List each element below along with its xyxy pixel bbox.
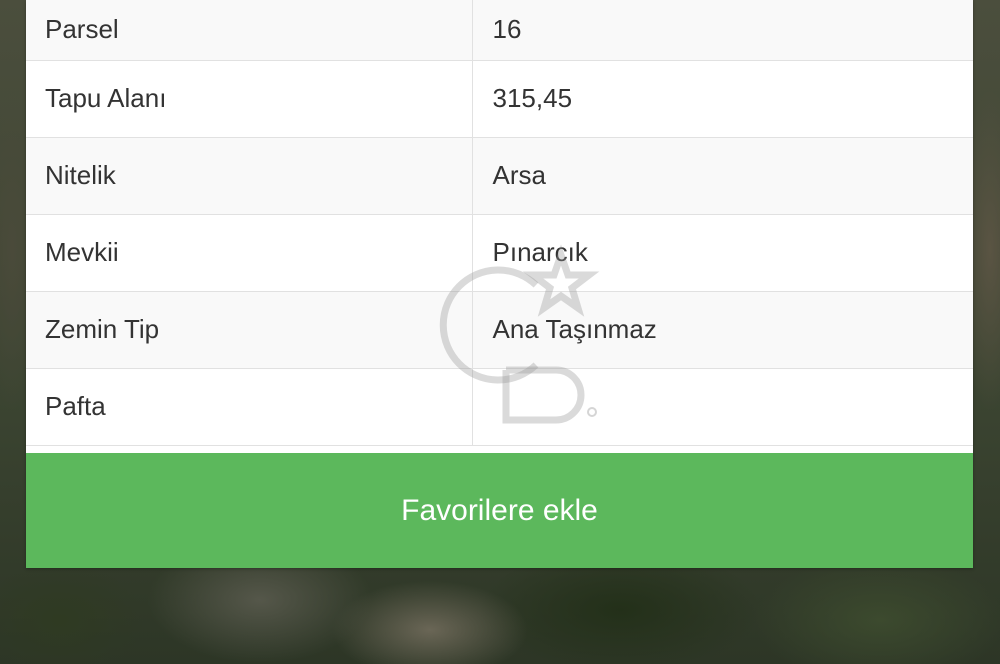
row-label: Nitelik	[26, 137, 473, 215]
row-value	[472, 368, 973, 446]
row-value: 315,45	[472, 60, 973, 138]
row-label: Zemin Tip	[26, 291, 473, 369]
table-row: Zemin Tip Ana Taşınmaz	[26, 291, 973, 369]
row-label: Mevkii	[26, 214, 473, 292]
page: Parsel 16 Tapu Alanı 315,45 Nitelik Arsa…	[0, 0, 1000, 664]
row-label: Parsel	[26, 0, 473, 61]
row-value: Pınarcık	[472, 214, 973, 292]
table-row: Tapu Alanı 315,45	[26, 60, 973, 138]
table-row: Pafta	[26, 368, 973, 446]
row-value: Ana Taşınmaz	[472, 291, 973, 369]
table-row: Nitelik Arsa	[26, 137, 973, 215]
add-to-favorites-button[interactable]: Favorilere ekle	[26, 453, 973, 568]
table-row: Parsel 16	[26, 0, 973, 61]
row-value: 16	[472, 0, 973, 61]
property-details-table: Parsel 16 Tapu Alanı 315,45 Nitelik Arsa…	[26, 0, 973, 446]
row-label: Tapu Alanı	[26, 60, 473, 138]
row-label: Pafta	[26, 368, 473, 446]
property-details-card: Parsel 16 Tapu Alanı 315,45 Nitelik Arsa…	[26, 0, 973, 568]
table-row: Mevkii Pınarcık	[26, 214, 973, 292]
row-value: Arsa	[472, 137, 973, 215]
